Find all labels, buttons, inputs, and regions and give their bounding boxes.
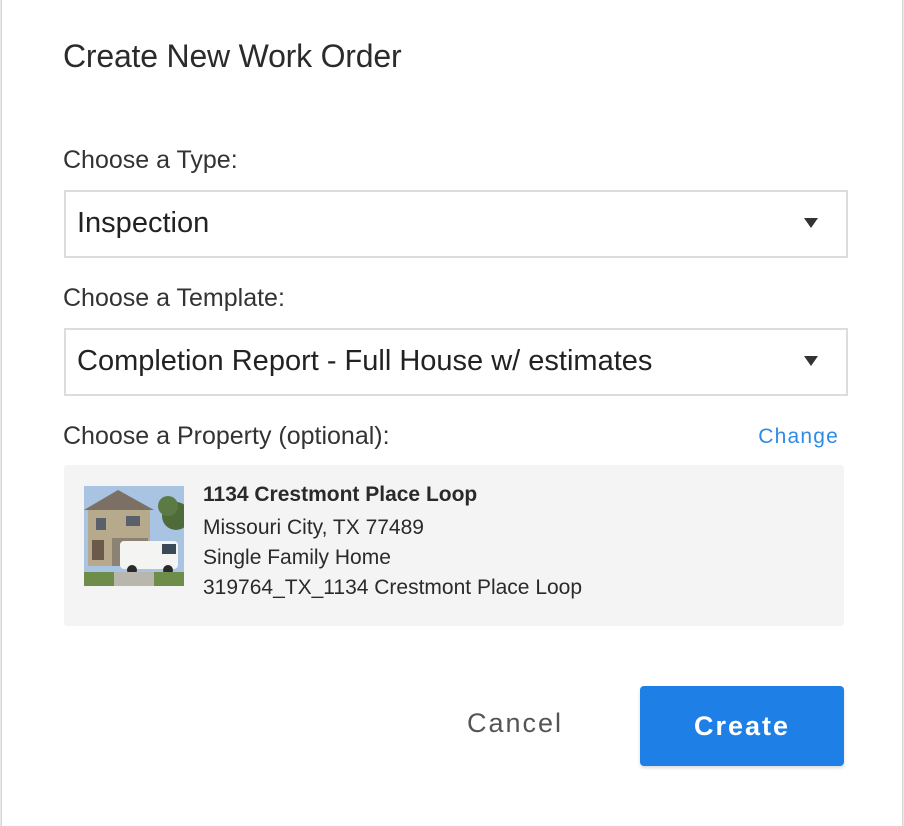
- property-id: 319764_TX_1134 Crestmont Place Loop: [203, 576, 583, 599]
- type-select[interactable]: Inspection: [64, 190, 848, 258]
- template-select[interactable]: Completion Report - Full House w/ estima…: [64, 328, 848, 396]
- template-label: Choose a Template:: [63, 284, 285, 312]
- type-select-value: Inspection: [77, 207, 210, 239]
- property-city: Missouri City, TX 77489: [203, 516, 424, 539]
- change-property-link[interactable]: Change: [758, 425, 839, 449]
- property-name: 1134 Crestmont Place Loop: [203, 483, 478, 506]
- create-work-order-dialog: Create New Work Order Choose a Type: Ins…: [1, 0, 903, 826]
- property-label: Choose a Property (optional):: [63, 422, 390, 450]
- property-photo: [84, 486, 184, 586]
- property-type: Single Family Home: [203, 546, 391, 569]
- type-label: Choose a Type:: [63, 146, 238, 174]
- dialog-title: Create New Work Order: [63, 38, 402, 74]
- property-card: 1134 Crestmont Place Loop Missouri City,…: [64, 465, 844, 626]
- chevron-down-icon: [804, 356, 818, 366]
- template-select-value: Completion Report - Full House w/ estima…: [77, 345, 653, 377]
- create-button[interactable]: Create: [640, 686, 844, 766]
- chevron-down-icon: [804, 218, 818, 228]
- cancel-button[interactable]: Cancel: [467, 708, 563, 739]
